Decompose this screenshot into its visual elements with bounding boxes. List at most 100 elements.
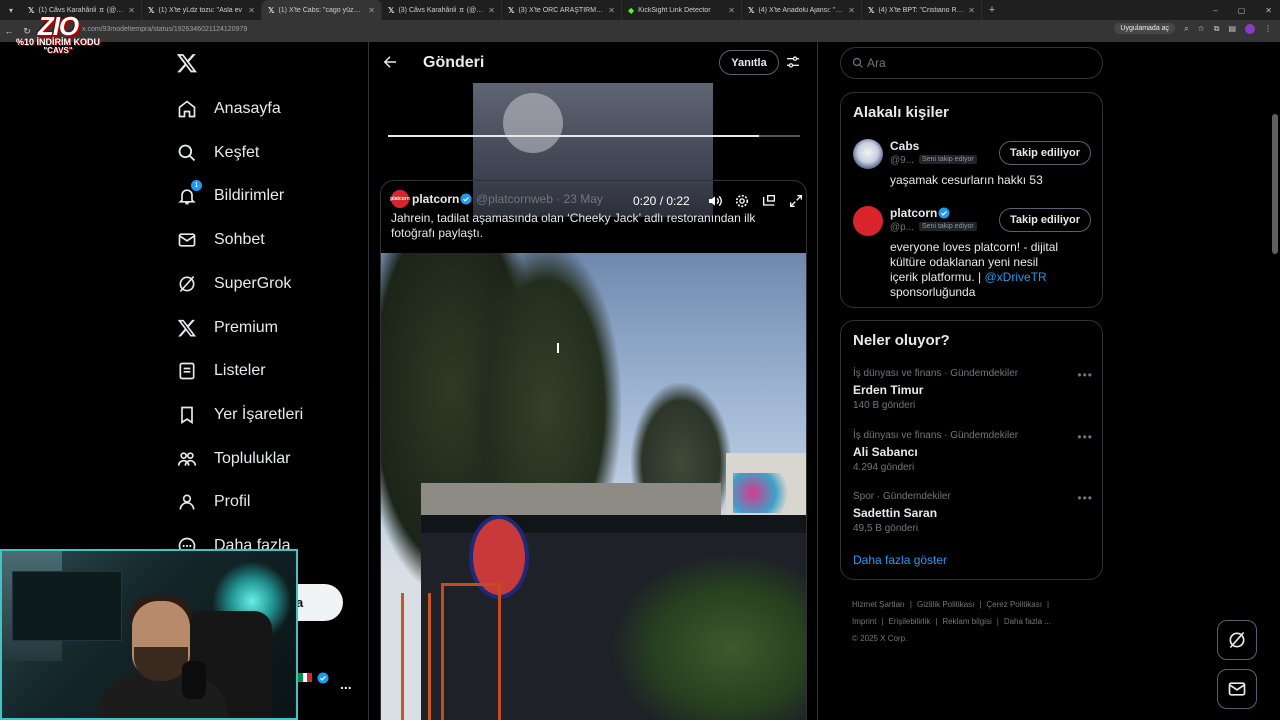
window-controls: – ▢ ✕ bbox=[1213, 0, 1272, 20]
tab-title: (3) Câvs Karahânli ㅍ (@karahan bbox=[398, 7, 484, 14]
more-options-icon[interactable]: ••• bbox=[1077, 491, 1093, 505]
nav-item-supergrok[interactable]: SuperGrok bbox=[176, 269, 291, 299]
nav-item-topluluklar[interactable]: Topluluklar bbox=[176, 444, 290, 474]
quoted-photo[interactable] bbox=[381, 253, 806, 720]
sponsor-logo: ZIO bbox=[37, 11, 79, 41]
nav-item-label: Premium bbox=[214, 318, 279, 336]
browser-tab[interactable]: 𝕏 (1) X'te yLdz tozu: "Asla ev ✕ bbox=[142, 0, 262, 20]
new-tab-button[interactable]: + bbox=[982, 4, 1002, 16]
related-person[interactable]: platcorn @p... Seni takip ediyor Takip e… bbox=[853, 206, 1093, 301]
person-handle: @p... bbox=[890, 222, 915, 233]
related-person[interactable]: Cabs @9... Seni takip ediyor Takip edili… bbox=[853, 139, 1093, 199]
person-bio: everyone loves platcorn! - dijital kültü… bbox=[890, 240, 1059, 299]
open-in-app-button[interactable]: Uygulamada aç bbox=[1114, 23, 1176, 34]
close-window-icon[interactable]: ✕ bbox=[1265, 6, 1272, 15]
nav-item-sohbet[interactable]: Sohbet bbox=[176, 225, 265, 255]
trend-post-count: 4.294 gönderi bbox=[853, 461, 915, 473]
browser-tab[interactable]: 𝕏(3) X'te ORC ARAŞTIRMA: "SİYA ✕ bbox=[502, 0, 622, 20]
avatar[interactable] bbox=[853, 206, 883, 236]
following-button[interactable]: Takip ediliyor bbox=[999, 208, 1091, 232]
nav-item-bildirimler[interactable]: 1 Bildirimler bbox=[176, 180, 284, 211]
url-field[interactable]: x.com/93modeltempra/status/1926346021124… bbox=[82, 26, 247, 33]
footer-link[interactable]: Daha fazla ... bbox=[1004, 617, 1051, 626]
extensions-icon[interactable]: ⧉ bbox=[1214, 24, 1220, 34]
maximize-icon[interactable]: ▢ bbox=[1238, 6, 1246, 15]
quoted-text: Jahrein, tadilat aşamasında olan ‘Cheeky… bbox=[391, 211, 756, 240]
more-options-icon[interactable]: ••• bbox=[1077, 430, 1093, 444]
search-box[interactable] bbox=[840, 47, 1103, 79]
quoted-avatar[interactable]: platcorn bbox=[390, 190, 410, 208]
sidebar-toggle-icon[interactable]: ▤ bbox=[1228, 24, 1236, 33]
video-progress-fill bbox=[388, 135, 759, 137]
footer-links: Hizmet Şartları | Gizlilik Politikası | Çere… bbox=[852, 600, 1051, 643]
copyright: © 2025 X Corp. bbox=[852, 634, 908, 643]
nav-item-yer-i-şaretleri[interactable]: Yer İşaretleri bbox=[176, 400, 303, 430]
footer-link[interactable]: Gizlilik Politikası bbox=[917, 600, 974, 609]
bookmark-star-icon[interactable]: ☆ bbox=[1198, 24, 1205, 33]
trend-item[interactable]: İş dünyası ve finans · Gündemdekiler Erde… bbox=[853, 368, 1093, 418]
page-scrollbar[interactable] bbox=[1272, 42, 1278, 720]
quoted-post[interactable]: platcorn platcorn @platcornweb · 23 May … bbox=[380, 180, 807, 720]
nav-item-listeler[interactable]: Listeler bbox=[176, 356, 266, 386]
person-name[interactable]: platcorn bbox=[890, 206, 937, 220]
browser-menu-icon[interactable]: ⋮ bbox=[1264, 24, 1272, 33]
home-icon bbox=[176, 98, 198, 120]
show-more-link[interactable]: Daha fazla göster bbox=[853, 553, 947, 567]
messages-button[interactable] bbox=[1217, 669, 1257, 709]
browser-tab[interactable]: 𝕏(4) X'te BPT: "Cristiano Ronaldo✕ bbox=[862, 0, 982, 20]
minimize-icon[interactable]: – bbox=[1213, 6, 1217, 15]
footer-link[interactable]: Çerez Politikası bbox=[986, 600, 1042, 609]
close-tab-icon[interactable]: ✕ bbox=[848, 6, 855, 15]
quoted-author-name[interactable]: platcorn bbox=[412, 192, 459, 206]
x-logo-icon[interactable] bbox=[176, 52, 198, 74]
close-tab-icon[interactable]: ✕ bbox=[368, 6, 375, 15]
account-menu-icon[interactable]: ... bbox=[340, 676, 352, 692]
footer-link[interactable]: Reklam bilgisi bbox=[942, 617, 991, 626]
trend-post-count: 49,5 B gönderi bbox=[853, 523, 919, 534]
stream-sponsor-overlay: ZIO %10 İNDİRİM KODU "CAVS" bbox=[16, 11, 100, 56]
filter-settings-icon[interactable] bbox=[785, 54, 801, 70]
sponsor-link[interactable]: @xDriveTR bbox=[984, 270, 1046, 284]
close-tab-icon[interactable]: ✕ bbox=[128, 6, 135, 15]
browser-tab[interactable]: ◆ KickSight Link Detector ✕ bbox=[622, 0, 742, 20]
footer-link[interactable]: Imprint bbox=[852, 617, 876, 626]
avatar[interactable] bbox=[853, 139, 883, 169]
profile-icon bbox=[176, 491, 198, 513]
trend-item[interactable]: İş dünyası ve finans · Gündemdekiler Ali … bbox=[853, 430, 1093, 480]
grok-button[interactable] bbox=[1217, 620, 1257, 660]
nav-item-premium[interactable]: Premium bbox=[176, 313, 278, 343]
video-progress-bar[interactable] bbox=[388, 135, 800, 137]
profile-avatar[interactable] bbox=[1245, 23, 1255, 34]
scroll-thumb[interactable] bbox=[1272, 114, 1278, 254]
nav-item-label: Topluluklar bbox=[214, 449, 291, 467]
following-button[interactable]: Takip ediliyor bbox=[999, 141, 1091, 165]
footer-link[interactable]: Erişilebilirlik bbox=[889, 617, 931, 626]
browser-tab[interactable]: 𝕏(3) Câvs Karahânli ㅍ (@karahan ✕ bbox=[382, 0, 502, 20]
close-tab-icon[interactable]: ✕ bbox=[488, 6, 495, 15]
nav-item-profil[interactable]: Profil bbox=[176, 487, 250, 517]
x-logo-icon: 𝕏 bbox=[148, 5, 155, 15]
more-options-icon[interactable]: ••• bbox=[1077, 368, 1093, 382]
person-name[interactable]: Cabs bbox=[890, 139, 919, 153]
nav-item-label: Sohbet bbox=[214, 231, 265, 249]
nav-item-keşfet[interactable]: Keşfet bbox=[176, 138, 259, 168]
footer-link[interactable]: Hizmet Şartları bbox=[852, 600, 905, 609]
close-tab-icon[interactable]: ✕ bbox=[248, 6, 255, 15]
search-input[interactable] bbox=[867, 55, 1087, 71]
streamer-webcam bbox=[0, 549, 298, 720]
trend-item[interactable]: Spor · Gündemdekiler Sadettin Saran 49,5 B… bbox=[853, 491, 1093, 541]
person-handle: @9... bbox=[890, 155, 915, 166]
close-tab-icon[interactable]: ✕ bbox=[728, 6, 735, 15]
browser-tab[interactable]: 𝕏 (4) X'te Anadolu Ajansı: "Kuzu ✕ bbox=[742, 0, 862, 20]
close-tab-icon[interactable]: ✕ bbox=[968, 6, 975, 15]
close-tab-icon[interactable]: ✕ bbox=[608, 6, 615, 15]
back-arrow-icon[interactable] bbox=[381, 53, 399, 71]
nav-item-label: Listeler bbox=[214, 362, 266, 380]
list-icon bbox=[176, 360, 198, 382]
nav-item-anasayfa[interactable]: Anasayfa bbox=[176, 94, 281, 124]
browser-tab[interactable]: 𝕏 (1) X'te Cabs: "cago yüzünden ✕ bbox=[262, 0, 382, 20]
reply-button[interactable]: Yanıtla bbox=[719, 50, 779, 75]
zoom-icon[interactable]: ⌕ bbox=[1184, 24, 1188, 34]
trend-post-count: 140 B gönderi bbox=[853, 400, 916, 411]
tab-title: (1) X'te Cabs: "cago yüzünden bbox=[278, 6, 365, 14]
